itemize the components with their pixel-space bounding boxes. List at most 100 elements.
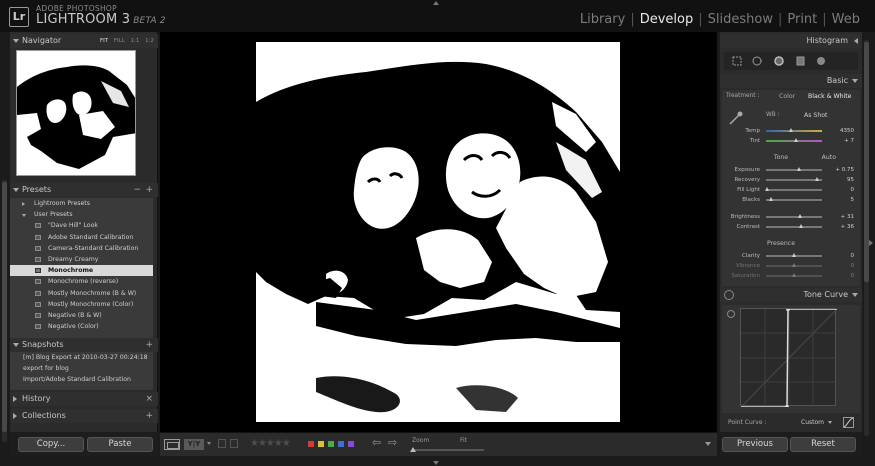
slider-contrast[interactable]: Contrast + 36: [722, 222, 860, 232]
slider-value[interactable]: 0: [851, 271, 855, 281]
module-slideshow[interactable]: Slideshow: [705, 12, 776, 27]
slider-recovery[interactable]: Recovery 95: [722, 175, 860, 185]
color-label-yellow[interactable]: [318, 441, 324, 447]
reset-button[interactable]: Reset: [790, 437, 856, 452]
red-eye-icon[interactable]: [774, 56, 784, 66]
histogram-header[interactable]: Histogram: [720, 34, 862, 48]
history-header[interactable]: History ×: [10, 392, 158, 406]
slider-value[interactable]: + 7: [844, 136, 854, 146]
clear-history-icon[interactable]: ×: [145, 392, 153, 406]
preset-item[interactable]: Camera-Standard Calibration: [10, 243, 153, 254]
tone-curve-header[interactable]: Tone Curve: [720, 288, 862, 302]
preset-item-selected[interactable]: Monochrome: [10, 265, 153, 277]
zoom-slider-thumb[interactable]: [410, 447, 416, 452]
before-after-dropdown-icon[interactable]: [207, 442, 211, 445]
slider-value[interactable]: 0: [851, 251, 855, 261]
left-scrollbar-thumb[interactable]: [2, 182, 7, 432]
module-develop[interactable]: Develop: [637, 12, 697, 27]
preset-item[interactable]: Mostly Monochrome (Color): [10, 299, 153, 310]
slider-track[interactable]: [766, 177, 822, 181]
snapshots-header[interactable]: Snapshots +: [10, 338, 158, 352]
adjustment-brush-icon[interactable]: [816, 55, 826, 65]
collections-header[interactable]: Collections +: [10, 409, 158, 423]
edit-point-curve-icon[interactable]: [843, 417, 854, 428]
before-after-button[interactable]: Y|Y: [184, 439, 204, 450]
right-scrollbar[interactable]: [864, 40, 869, 436]
treatment-black-white[interactable]: Black & White: [808, 93, 852, 100]
preset-item[interactable]: Mostly Monochrome (B & W): [10, 288, 153, 299]
slider-track[interactable]: [764, 187, 822, 191]
slider-track[interactable]: [766, 273, 822, 277]
slider-track[interactable]: [766, 128, 822, 132]
tone-curve-graph[interactable]: [740, 307, 838, 409]
crop-icon[interactable]: [732, 56, 742, 66]
slider-track[interactable]: [766, 214, 822, 218]
presets-header[interactable]: Presets − +: [10, 183, 158, 197]
slider-value[interactable]: 95: [847, 175, 854, 185]
module-library[interactable]: Library: [577, 12, 628, 27]
preset-item[interactable]: Dreamy Creamy: [10, 254, 153, 265]
module-web[interactable]: Web: [829, 12, 863, 27]
add-preset-icon[interactable]: +: [145, 183, 153, 197]
navigator-thumbnail[interactable]: [16, 50, 136, 176]
snapshot-item[interactable]: [m] Blog Export at 2010-03-27 00:24:18: [10, 352, 153, 363]
slider-track[interactable]: [766, 167, 822, 171]
slider-thumb[interactable]: [799, 224, 804, 228]
slider-value[interactable]: + 36: [841, 222, 854, 232]
previous-button[interactable]: Previous: [722, 437, 788, 452]
graduated-filter-icon[interactable]: [796, 56, 806, 66]
photo-preview[interactable]: [256, 42, 620, 422]
color-label-blue[interactable]: [338, 441, 344, 447]
slider-blacks[interactable]: Blacks 5: [722, 195, 860, 205]
slider-value[interactable]: + 0.75: [835, 165, 854, 175]
previous-photo-icon[interactable]: ⇦: [372, 436, 381, 449]
slider-value[interactable]: 0: [851, 185, 855, 195]
slider-brightness[interactable]: Brightness + 31: [722, 212, 860, 222]
targeted-adjustment-icon[interactable]: [726, 309, 736, 319]
slider-track[interactable]: [766, 263, 822, 267]
add-snapshot-icon[interactable]: +: [145, 338, 153, 352]
copy-button[interactable]: Copy...: [18, 437, 84, 452]
slider-thumb[interactable]: [769, 197, 774, 201]
preset-item[interactable]: Negative (B & W): [10, 310, 153, 321]
wb-value[interactable]: As Shot: [804, 112, 827, 119]
basic-header[interactable]: Basic: [720, 74, 862, 88]
treatment-color[interactable]: Color: [779, 93, 795, 100]
slider-track[interactable]: [766, 253, 822, 257]
slider-track[interactable]: [766, 197, 822, 201]
preset-item[interactable]: "Dave Hill" Look: [10, 220, 153, 231]
slider-thumb[interactable]: [791, 263, 796, 267]
slider-value[interactable]: + 31: [841, 212, 854, 222]
flag-reject-icon[interactable]: [230, 439, 238, 448]
preset-folder-user[interactable]: User Presets: [10, 209, 153, 220]
auto-tone-button[interactable]: Auto: [822, 154, 836, 161]
point-curve-select[interactable]: Custom: [801, 417, 824, 429]
preset-folder-lightroom[interactable]: Lightroom Presets: [10, 198, 153, 209]
slider-thumb[interactable]: [798, 214, 803, 218]
add-collection-icon[interactable]: +: [145, 409, 153, 423]
preset-item[interactable]: Adobe Standard Calibration: [10, 232, 153, 243]
nav-option-fill[interactable]: FILL: [114, 38, 125, 44]
module-print[interactable]: Print: [784, 12, 820, 27]
collapse-bottom-icon[interactable]: [433, 461, 439, 465]
toolbar-menu-icon[interactable]: [705, 442, 711, 446]
slider-fill-light[interactable]: Fill Light 0: [722, 185, 860, 195]
snapshot-item[interactable]: export for blog: [10, 363, 153, 374]
point-curve-dropdown-icon[interactable]: [828, 421, 832, 424]
preset-item[interactable]: Negative (Color): [10, 321, 153, 332]
slider-value[interactable]: 5: [851, 195, 855, 205]
slider-thumb[interactable]: [797, 167, 802, 171]
image-canvas[interactable]: [160, 32, 717, 432]
left-scrollbar[interactable]: [2, 180, 7, 442]
slider-thumb[interactable]: [764, 187, 769, 191]
slider-temp[interactable]: Temp 4350: [722, 126, 860, 136]
collapse-top-icon[interactable]: [433, 1, 439, 5]
white-balance-selector-icon[interactable]: [728, 110, 744, 126]
next-photo-icon[interactable]: ⇨: [388, 436, 397, 449]
nav-option-fit[interactable]: FIT: [100, 38, 108, 44]
snapshot-item[interactable]: Import/Adobe Standard Calibration: [10, 374, 153, 385]
paste-button[interactable]: Paste: [87, 437, 153, 452]
slider-exposure[interactable]: Exposure + 0.75: [722, 165, 860, 175]
flag-pick-icon[interactable]: [218, 439, 226, 448]
slider-clarity[interactable]: Clarity 0: [722, 251, 860, 261]
